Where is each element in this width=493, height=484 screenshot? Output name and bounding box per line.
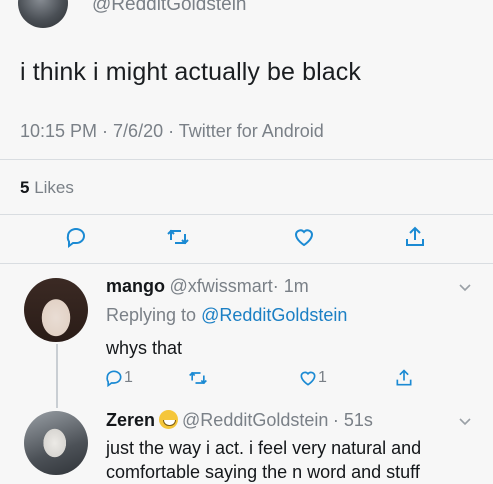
reply-like-button[interactable]: 1 xyxy=(298,368,338,390)
reply-text-line: comfortable saying the n word and stuff xyxy=(106,462,420,482)
tweet-action-bar xyxy=(0,225,493,255)
reply-share-button[interactable] xyxy=(394,368,416,390)
like-icon xyxy=(300,371,316,386)
grinning-emoji-icon xyxy=(159,410,179,429)
reply-text: just the way i act. i feel very natural … xyxy=(106,436,421,484)
replying-to-prefix: Replying to xyxy=(106,305,202,325)
retweet-button[interactable] xyxy=(166,225,190,249)
author-handle[interactable]: @RedditGoldstein xyxy=(92,0,246,16)
chevron-down-icon[interactable] xyxy=(458,417,472,427)
reply-text-line: just the way i act. i feel very natural … xyxy=(106,438,422,458)
author-avatar[interactable] xyxy=(18,0,68,28)
reply-author-name[interactable]: Zeren xyxy=(106,410,155,430)
reply-retweet-button[interactable] xyxy=(188,368,210,390)
reply-avatar-mango[interactable] xyxy=(24,278,88,342)
reply-count: 1 xyxy=(124,369,133,386)
share-icon xyxy=(396,369,412,386)
reply-time: · 51s xyxy=(332,410,373,430)
share-button[interactable] xyxy=(403,225,427,249)
replying-to-mention[interactable]: @RedditGoldstein xyxy=(201,305,347,325)
tweet-text: i think i might actually be black xyxy=(20,58,361,86)
reply-author-handle[interactable]: @xfwissmart xyxy=(169,276,272,296)
likes-number: 5 xyxy=(20,178,30,197)
like-icon xyxy=(294,229,314,247)
like-button[interactable] xyxy=(292,225,316,249)
retweet-icon xyxy=(167,229,189,245)
reply-author-handle[interactable]: @RedditGoldstein xyxy=(182,410,328,430)
divider xyxy=(0,159,493,160)
replying-to: Replying to @RedditGoldstein xyxy=(106,305,347,326)
reply-button[interactable] xyxy=(64,225,88,249)
reply-avatar-zeren[interactable] xyxy=(24,411,88,475)
reply-reply-button[interactable]: 1 xyxy=(104,368,144,390)
reply-header: mango @xfwissmart· 1m xyxy=(106,276,309,297)
retweet-icon xyxy=(189,371,207,385)
likes-count[interactable]: 5 Likes xyxy=(20,178,74,198)
reply-time: · 1m xyxy=(272,276,309,296)
reply-author-name[interactable]: mango xyxy=(106,276,165,296)
divider xyxy=(0,214,493,215)
reply-icon xyxy=(106,370,122,388)
reply-icon xyxy=(66,228,85,248)
reply-header: Zeren @RedditGoldstein · 51s xyxy=(106,410,373,431)
thread-line xyxy=(56,344,58,408)
tweet-meta: 10:15 PM · 7/6/20 · Twitter for Android xyxy=(20,121,324,141)
reply-text: whys that xyxy=(106,338,183,358)
likes-label: Likes xyxy=(34,178,74,197)
like-count: 1 xyxy=(318,369,327,386)
divider xyxy=(0,263,493,264)
share-icon xyxy=(406,226,424,246)
chevron-down-icon[interactable] xyxy=(458,283,472,293)
